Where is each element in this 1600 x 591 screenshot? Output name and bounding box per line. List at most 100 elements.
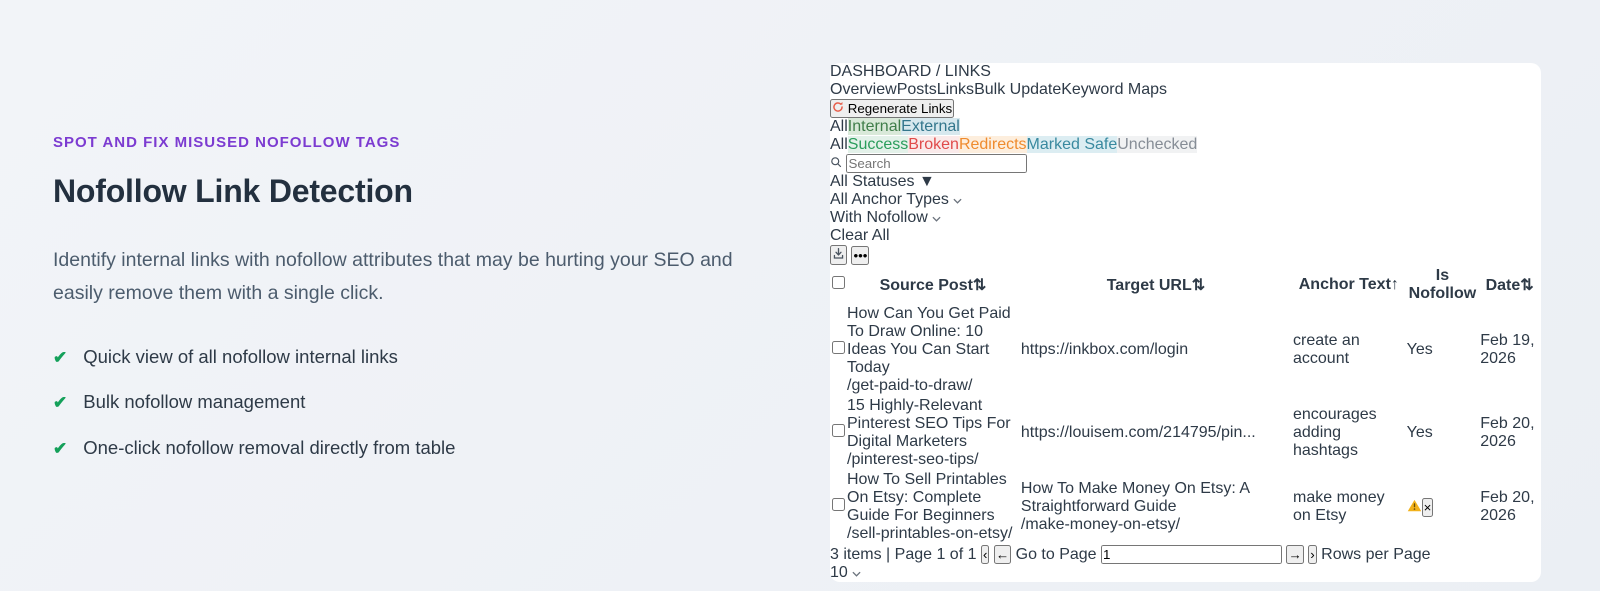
status-filter-marked-safe[interactable]: Marked Safe	[1026, 136, 1118, 153]
breadcrumb-separator: /	[935, 63, 941, 80]
ellipsis-icon: •••	[853, 248, 868, 263]
column-header-is-nofollow[interactable]: Is Nofollow	[1407, 267, 1479, 303]
search-field[interactable]	[830, 154, 1028, 173]
is-nofollow-cell: ×	[1407, 471, 1479, 543]
target-url-cell: https://inkbox.com/login	[1021, 305, 1291, 395]
download-icon	[833, 247, 844, 259]
sort-icon[interactable]: ⇅	[1192, 277, 1205, 294]
column-header-source-post[interactable]: Source Post⇅	[847, 267, 1019, 303]
regenerate-links-label: Regenerate Links	[847, 101, 953, 116]
sort-icon[interactable]: ⇅	[973, 277, 986, 294]
status-filter-all[interactable]: All	[830, 136, 848, 153]
links-table: Source Post⇅ Target URL⇅ Anchor Text↑ Is No…	[830, 265, 1541, 545]
table-pagination: 3 items | Page 1 of 1 ‹ ← Go to Page → ›…	[830, 545, 1541, 582]
page-input[interactable]	[1101, 545, 1283, 564]
target-url-cell: How To Make Money On Etsy: A Straightfor…	[1021, 471, 1291, 543]
scope-filter-internal[interactable]: Internal	[847, 118, 902, 135]
source-post-cell: How Can You Get Paid To Draw Online: 10 …	[847, 305, 1019, 395]
clear-all-link[interactable]: Clear All	[830, 227, 890, 244]
column-header-anchor-text[interactable]: Anchor Text↑	[1293, 267, 1405, 303]
check-icon: ✔	[53, 393, 68, 413]
breadcrumb-dashboard[interactable]: DASHBOARD	[830, 63, 931, 80]
status-filter-redirects[interactable]: Redirects	[958, 136, 1027, 153]
more-options-button[interactable]: •••	[851, 246, 870, 265]
chevron-down-icon	[953, 198, 962, 204]
source-post-link[interactable]: How Can You Get Paid To Draw Online: 10 …	[847, 305, 1019, 377]
scope-filter-all[interactable]: All	[830, 118, 848, 135]
target-url-cell: https://louisem.com/214795/pin...	[1021, 397, 1291, 469]
search-input[interactable]	[846, 154, 1028, 173]
source-post-link[interactable]: How To Sell Printables On Etsy: Complete…	[847, 471, 1019, 525]
nofollow-select-value: With Nofollow	[830, 209, 928, 226]
row-checkbox[interactable]	[832, 341, 845, 354]
go-to-page-label: Go to Page	[1015, 546, 1097, 563]
feature-text: One-click nofollow removal directly from…	[83, 436, 456, 458]
tabs: Overview Posts Links Bulk Update Keyword Map…	[830, 81, 1541, 99]
statuses-select[interactable]: All Statuses ▼	[830, 173, 1541, 191]
tab-overview[interactable]: Overview	[830, 81, 897, 99]
breadcrumb: DASHBOARD / LINKS	[830, 63, 1541, 81]
card-body: AllInternalExternal AllSuccessBrokenRedi…	[830, 118, 1541, 545]
sort-icon[interactable]: ↑	[1391, 276, 1399, 293]
remove-nofollow-button[interactable]: ×	[1421, 497, 1434, 517]
rows-per-page-select[interactable]: 10	[830, 564, 1541, 582]
target-url-link[interactable]: How To Make Money On Etsy: A Straightfor…	[1021, 480, 1291, 516]
tab-keyword-maps[interactable]: Keyword Maps	[1061, 81, 1167, 99]
card-header: DASHBOARD / LINKS Overview Posts Links Bulk…	[830, 63, 1541, 118]
status-filter-broken[interactable]: Broken	[908, 136, 959, 153]
scope-filter-external[interactable]: External	[901, 118, 960, 135]
column-header-date[interactable]: Date⇅	[1480, 267, 1539, 303]
anchor-types-select-value: All Anchor Types	[830, 191, 949, 208]
scope-filter: AllInternalExternal	[830, 118, 1541, 136]
export-button[interactable]	[830, 245, 847, 265]
source-post-slug: /sell-printables-on-etsy/	[847, 525, 1013, 542]
source-post-cell: How To Sell Printables On Etsy: Complete…	[847, 471, 1019, 543]
chevron-down-icon	[852, 571, 861, 577]
regenerate-links-button[interactable]: Regenerate Links	[830, 99, 955, 118]
anchor-text-cell: create an account	[1293, 332, 1360, 367]
column-header-target-url[interactable]: Target URL⇅	[1021, 267, 1291, 303]
page-title: Nofollow Link Detection	[53, 173, 413, 209]
items-count: 3 items	[830, 546, 882, 563]
search-icon	[831, 157, 842, 168]
sort-icon[interactable]: ⇅	[1520, 277, 1533, 294]
source-post-link[interactable]: 15 Highly-Relevant Pinterest SEO Tips Fo…	[847, 397, 1019, 451]
status-filter: AllSuccessBrokenRedirectsMarked SafeUnch…	[830, 136, 1541, 154]
select-all-checkbox[interactable]	[832, 276, 845, 289]
page-indicator: Page 1 of 1	[894, 546, 977, 563]
first-page-button[interactable]: ‹	[980, 545, 990, 564]
check-icon: ✔	[53, 438, 68, 458]
prev-page-button[interactable]: ←	[993, 545, 1012, 564]
last-page-button[interactable]: ›	[1308, 545, 1317, 564]
status-filter-unchecked[interactable]: Unchecked	[1117, 136, 1198, 153]
anchor-types-select[interactable]: All Anchor Types	[830, 191, 1541, 209]
row-checkbox[interactable]	[832, 424, 845, 437]
next-page-button[interactable]: →	[1286, 545, 1304, 564]
tab-bulk-update[interactable]: Bulk Update	[974, 81, 1061, 99]
anchor-text-cell: make money on Etsy	[1293, 489, 1385, 524]
target-url-link[interactable]: https://louisem.com/214795/pin...	[1021, 424, 1291, 442]
date-cell: Feb 19, 2026	[1480, 332, 1535, 367]
nofollow-select[interactable]: With Nofollow	[830, 209, 1541, 227]
feature-text: Quick view of all nofollow internal link…	[83, 345, 398, 367]
table-header-row: Source Post⇅ Target URL⇅ Anchor Text↑ Is No…	[832, 267, 1539, 303]
feature-hero: SPOT AND FIX MISUSED NOFOLLOW TAGS Nofol…	[53, 134, 783, 482]
chevron-down-icon	[932, 216, 941, 222]
date-cell: Feb 20, 2026	[1480, 489, 1535, 524]
rows-per-page-value: 10	[830, 564, 848, 581]
target-url-link[interactable]: https://inkbox.com/login	[1021, 341, 1291, 359]
source-post-cell: 15 Highly-Relevant Pinterest SEO Tips Fo…	[847, 397, 1019, 469]
is-nofollow-cell: Yes	[1406, 341, 1433, 358]
tab-links[interactable]: Links	[937, 81, 974, 99]
check-icon: ✔	[53, 347, 68, 367]
row-checkbox[interactable]	[832, 498, 845, 511]
status-filter-success[interactable]: Success	[847, 136, 909, 153]
pagination-divider: |	[886, 546, 891, 563]
feature-item: ✔ Bulk nofollow management	[53, 391, 783, 416]
breadcrumb-links: LINKS	[944, 63, 991, 80]
refresh-icon	[833, 101, 843, 112]
filters-row: AllInternalExternal AllSuccessBrokenRedi…	[830, 118, 1541, 154]
feature-item: ✔ Quick view of all nofollow internal lin…	[53, 346, 783, 371]
tab-posts[interactable]: Posts	[897, 81, 937, 99]
warning-icon	[1407, 499, 1421, 511]
